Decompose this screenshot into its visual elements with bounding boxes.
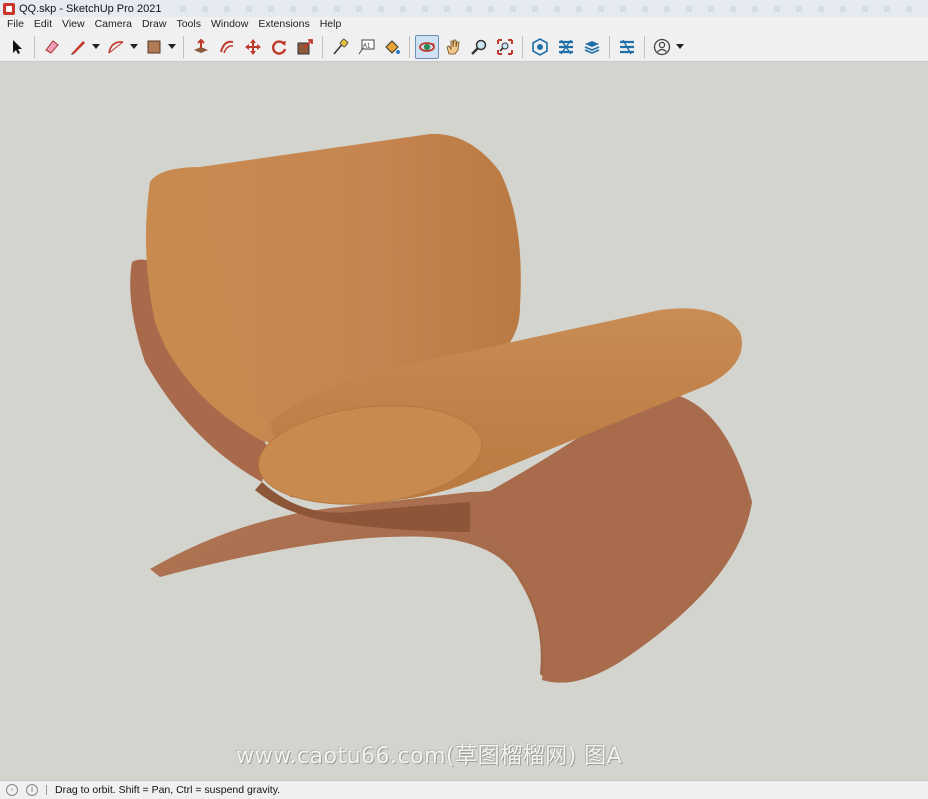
text-icon: A1	[358, 39, 375, 54]
extension-manager-icon	[620, 39, 634, 54]
menu-bar: File Edit View Camera Draw Tools Window …	[0, 17, 928, 32]
toolbar-separator	[609, 35, 610, 58]
toolbar-separator	[34, 35, 35, 58]
extension-manager-button[interactable]	[615, 35, 639, 59]
status-bar: ◦ i Drag to orbit. Shift = Pan, Ctrl = s…	[0, 780, 928, 799]
rotate-icon	[272, 39, 287, 55]
account-dropdown[interactable]	[675, 35, 685, 59]
warehouse-icon	[532, 37, 548, 56]
status-separator	[46, 785, 47, 795]
offset-icon	[220, 40, 234, 53]
rectangle-tool-button[interactable]	[142, 35, 166, 59]
orbit-icon	[419, 41, 435, 52]
zoom-extents-tool-button[interactable]	[493, 35, 517, 59]
menu-edit[interactable]: Edit	[29, 17, 57, 32]
eraser-tool-button[interactable]	[40, 35, 64, 59]
title-bar: QQ.skp - SketchUp Pro 2021	[0, 0, 928, 18]
model-viewport[interactable]	[0, 62, 928, 780]
chevron-down-icon	[130, 43, 138, 49]
menu-view[interactable]: View	[57, 17, 90, 32]
paint-bucket-tool-button[interactable]	[380, 35, 404, 59]
rectangle-tool-dropdown[interactable]	[167, 35, 177, 59]
extension-warehouse-icon	[559, 39, 573, 54]
scale-tool-button[interactable]	[293, 35, 317, 59]
text-tool-button[interactable]: A1	[354, 35, 378, 59]
chevron-down-icon	[676, 43, 684, 49]
layout-icon	[584, 40, 600, 54]
arc-tool-dropdown[interactable]	[129, 35, 139, 59]
menu-camera[interactable]: Camera	[90, 17, 137, 32]
status-message: Drag to orbit. Shift = Pan, Ctrl = suspe…	[55, 784, 281, 796]
tape-measure-icon	[333, 38, 349, 54]
tape-measure-tool-button[interactable]	[328, 35, 352, 59]
line-tool-button[interactable]	[66, 35, 90, 59]
info-icon[interactable]: i	[26, 784, 38, 796]
sketchup-app-icon	[3, 2, 15, 15]
zoom-icon	[471, 39, 487, 55]
title-bar-blur	[180, 6, 928, 12]
zoom-extents-icon	[497, 38, 513, 55]
main-toolbar: A1	[0, 32, 928, 62]
rectangle-icon	[147, 40, 161, 53]
push-pull-icon	[194, 38, 208, 53]
geo-location-icon[interactable]: ◦	[6, 784, 18, 796]
line-tool-dropdown[interactable]	[91, 35, 101, 59]
menu-extensions[interactable]: Extensions	[253, 17, 314, 32]
chevron-down-icon	[168, 43, 176, 49]
toolbar-separator	[644, 35, 645, 58]
orbit-tool-button[interactable]	[415, 34, 439, 59]
account-button[interactable]	[650, 35, 674, 59]
arc-tool-button[interactable]	[104, 35, 128, 59]
menu-draw[interactable]: Draw	[137, 17, 172, 32]
send-to-layout-button[interactable]	[580, 35, 604, 59]
eraser-icon	[45, 39, 59, 54]
arc-icon	[108, 40, 124, 53]
account-icon	[653, 38, 671, 55]
select-icon	[13, 39, 22, 54]
pan-tool-button[interactable]	[441, 35, 465, 59]
scale-icon	[297, 38, 313, 54]
move-tool-button[interactable]	[241, 35, 265, 59]
pan-icon	[446, 39, 460, 54]
toolbar-separator	[183, 35, 184, 58]
paint-bucket-icon	[385, 39, 400, 54]
3d-warehouse-button[interactable]	[528, 35, 552, 59]
menu-help[interactable]: Help	[315, 17, 347, 32]
chevron-down-icon	[92, 43, 100, 49]
chair-model-render	[130, 133, 752, 683]
toolbar-separator	[322, 35, 323, 58]
push-pull-tool-button[interactable]	[189, 35, 213, 59]
menu-window[interactable]: Window	[206, 17, 253, 32]
move-icon	[245, 38, 261, 55]
rotate-tool-button[interactable]	[267, 35, 291, 59]
offset-tool-button[interactable]	[215, 35, 239, 59]
window-title: QQ.skp - SketchUp Pro 2021	[19, 2, 162, 15]
line-pencil-icon	[71, 40, 85, 55]
menu-file[interactable]: File	[2, 17, 29, 32]
toolbar-separator	[409, 35, 410, 58]
svg-text:A1: A1	[363, 43, 371, 49]
watermark-text: www.caotu66.com(草图榴榴网) 图A	[236, 744, 623, 769]
select-tool-button[interactable]	[5, 35, 29, 59]
zoom-tool-button[interactable]	[467, 35, 491, 59]
extension-warehouse-button[interactable]	[554, 35, 578, 59]
menu-tools[interactable]: Tools	[171, 17, 206, 32]
toolbar-separator	[522, 35, 523, 58]
